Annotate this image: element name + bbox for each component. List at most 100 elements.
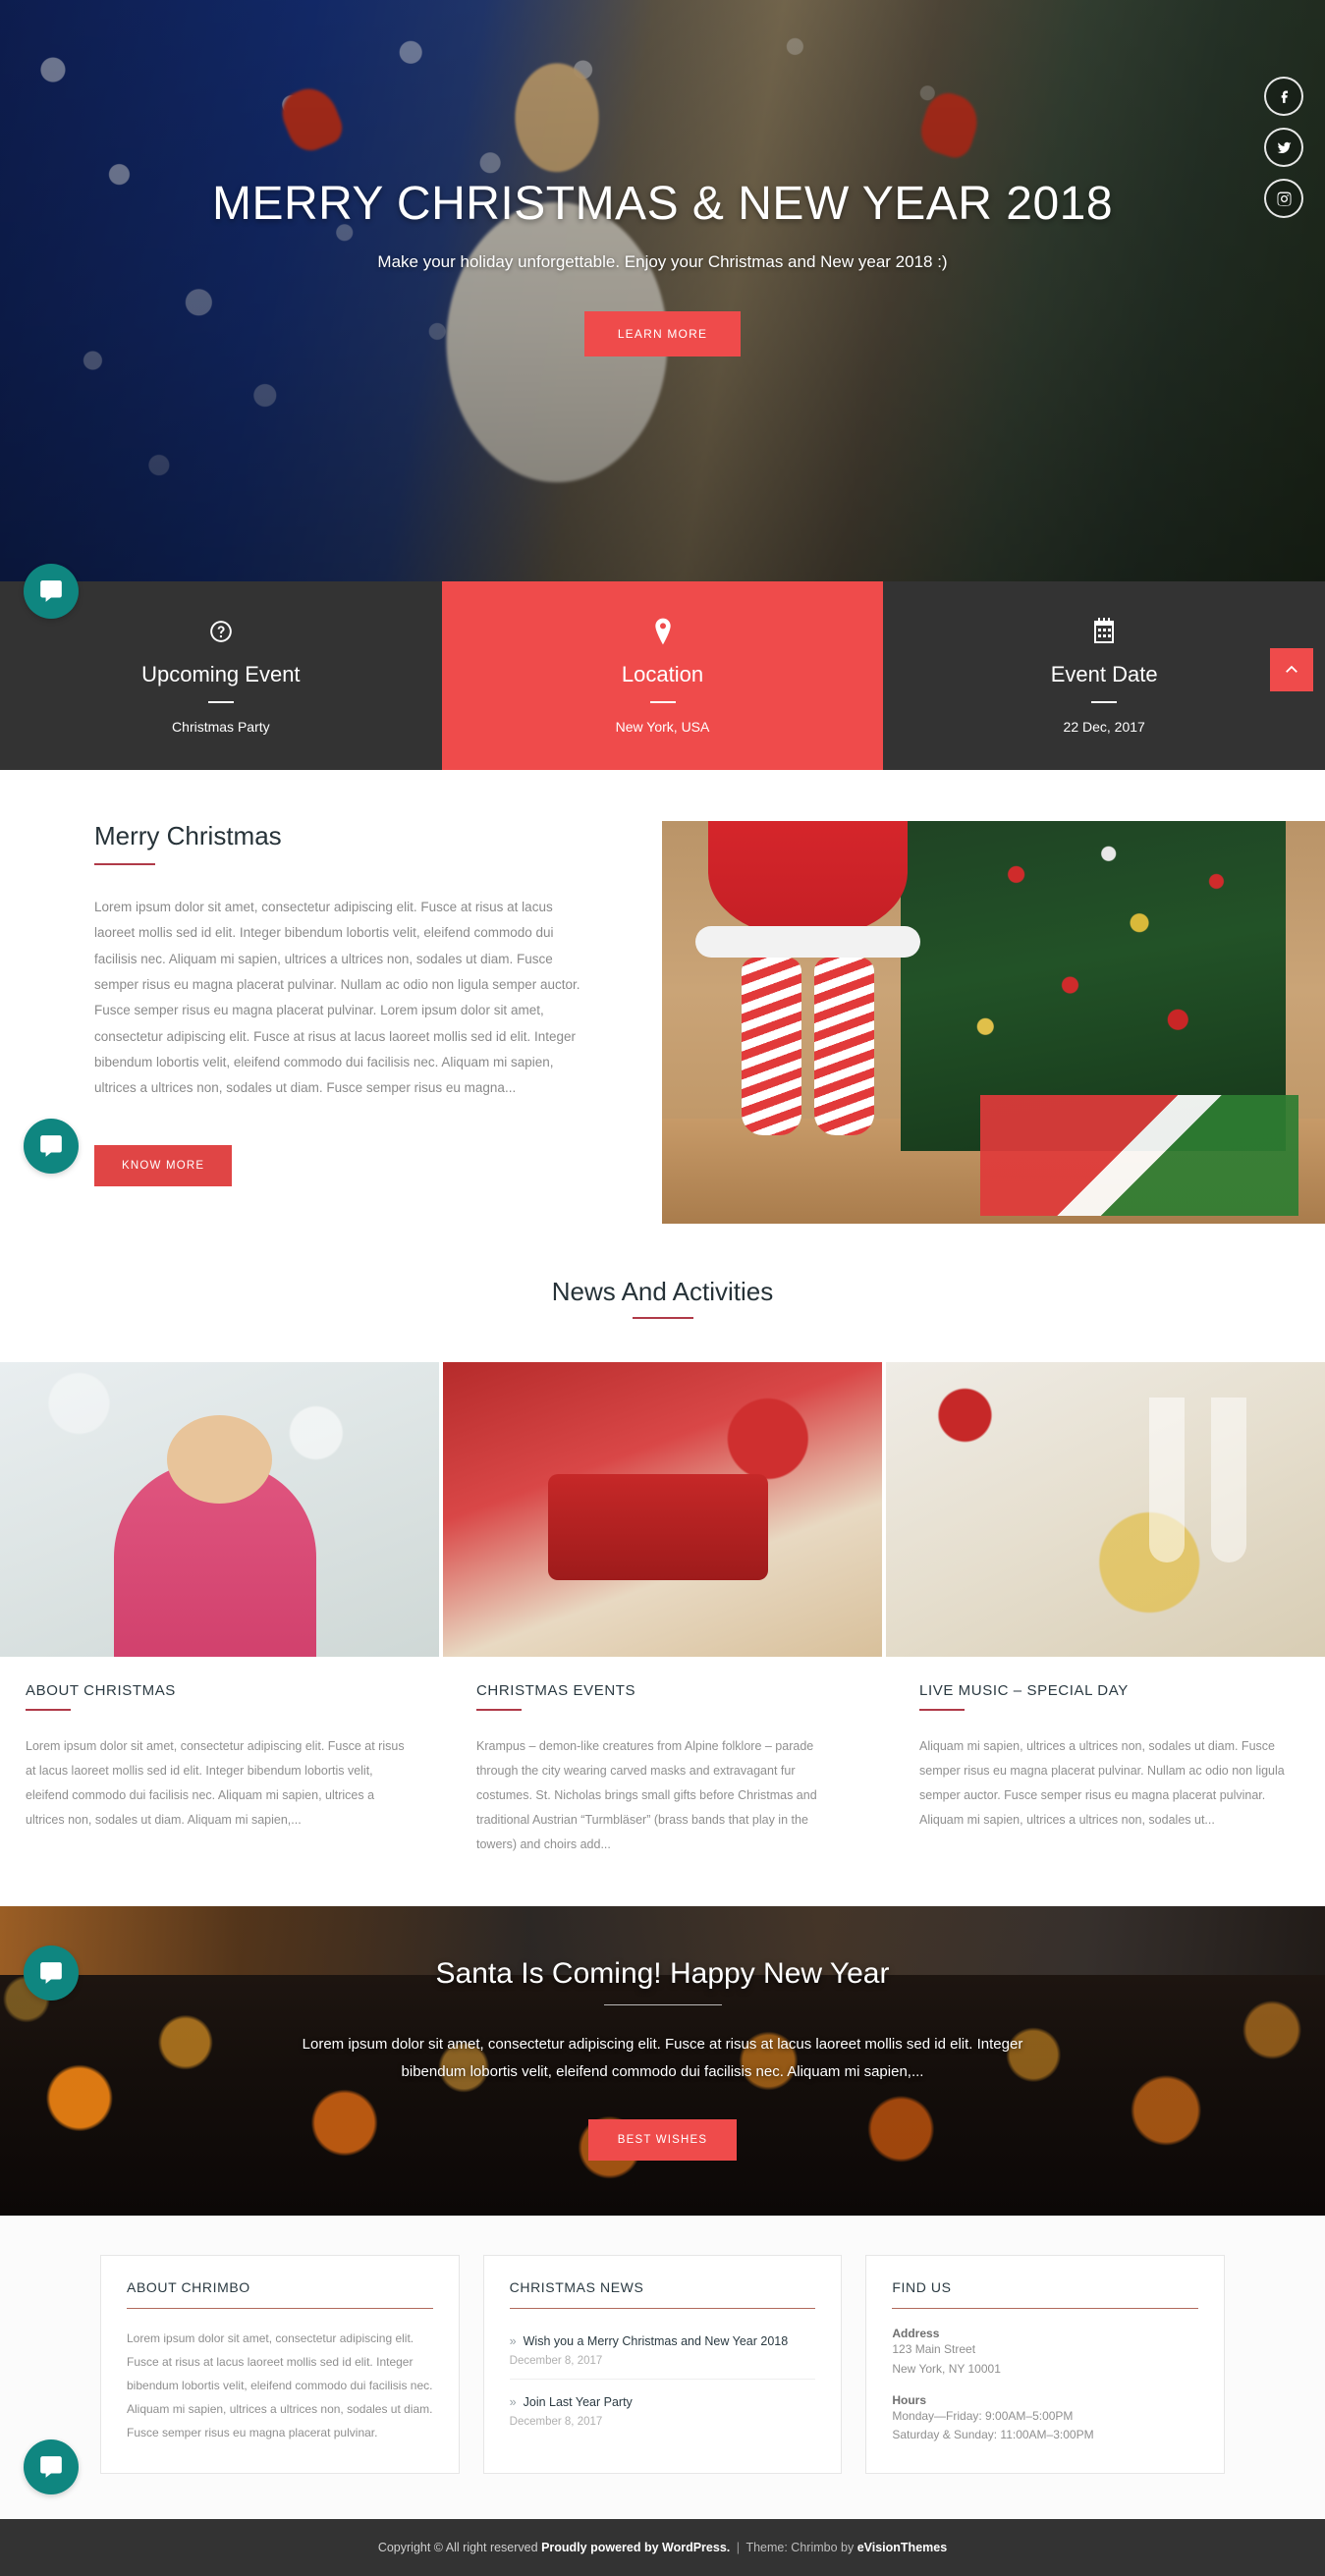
chat-widget-button-2[interactable] (24, 1119, 79, 1174)
news-link-label: Join Last Year Party (523, 2395, 633, 2409)
news-thumbnail-about-christmas (0, 1362, 439, 1657)
hours-line-2: Saturday & Sunday: 11:00AM–3:00PM (892, 2428, 1094, 2442)
hero-content: MERRY CHRISTMAS & NEW YEAR 2018 Make you… (0, 177, 1325, 356)
cta-underline (603, 2004, 722, 2005)
info-divider (649, 701, 676, 703)
news-card-body: ABOUT CHRISTMAS Lorem ipsum dolor sit am… (0, 1657, 439, 1872)
info-column-location[interactable]: Location New York, USA (441, 581, 884, 770)
know-more-button[interactable]: KNOW MORE (94, 1144, 233, 1186)
twitter-icon[interactable] (1264, 128, 1303, 167)
info-value: Christmas Party (172, 719, 270, 735)
info-value: 22 Dec, 2017 (1063, 719, 1145, 735)
copyright-separator: | (733, 2541, 744, 2555)
news-card[interactable]: ABOUT CHRISTMAS Lorem ipsum dolor sit am… (0, 1362, 439, 1896)
wordpress-link[interactable]: Proudly powered by WordPress. (541, 2541, 730, 2554)
news-section: News And Activities ABOUT CHRISTMAS Lore… (0, 1224, 1325, 2001)
info-title: Location (621, 662, 704, 686)
list-item[interactable]: » Wish you a Merry Christmas and New Year… (510, 2327, 816, 2379)
widget-about-text: Lorem ipsum dolor sit amet, consectetur … (127, 2331, 433, 2439)
santa-fur-decor (694, 925, 921, 959)
news-thumbnail-live-music (886, 1362, 1325, 1657)
cta-content: Santa Is Coming! Happy New Year Lorem ip… (0, 1906, 1325, 2161)
widget-about-chrimbo: ABOUT CHRIMBO Lorem ipsum dolor sit amet… (100, 2255, 460, 2475)
news-date: December 8, 2017 (509, 2416, 603, 2428)
learn-more-button[interactable]: LEARN MORE (583, 311, 742, 356)
cta-text: Lorem ipsum dolor sit amet, consectetur … (302, 2036, 1023, 2080)
news-heading: News And Activities (551, 1277, 774, 1306)
chat-widget-button-4[interactable] (24, 2439, 79, 2494)
news-thumbnail-christmas-events (443, 1362, 882, 1657)
hero-subtitle: Make your holiday unforgettable. Enjoy y… (377, 252, 948, 271)
news-card-body: LIVE MUSIC – SPECIAL DAY Aliquam mi sapi… (886, 1657, 1325, 1872)
theme-author-link[interactable]: eVisionThemes (857, 2541, 947, 2554)
news-card[interactable]: LIVE MUSIC – SPECIAL DAY Aliquam mi sapi… (886, 1362, 1325, 1896)
address-line-1: 123 Main Street (892, 2342, 976, 2356)
news-card-title: LIVE MUSIC – SPECIAL DAY (919, 1682, 1129, 1699)
news-link[interactable]: » Join Last Year Party (510, 2395, 816, 2409)
news-heading-underline (632, 1317, 693, 1319)
news-card-underline (26, 1709, 71, 1711)
chat-widget-button-3[interactable] (24, 1946, 79, 2001)
news-grid: ABOUT CHRISTMAS Lorem ipsum dolor sit am… (0, 1362, 1325, 1896)
hours-label: Hours (892, 2392, 927, 2407)
chat-widget-button-1[interactable] (24, 564, 79, 619)
chevron-double-right-icon: » (509, 2334, 517, 2348)
santa-skirt-decor (708, 821, 908, 938)
news-card-text: Krampus – demon-like creatures from Alpi… (476, 1739, 817, 1851)
striped-sock-right (814, 958, 874, 1135)
about-paragraph: Lorem ipsum dolor sit amet, consectetur … (94, 900, 580, 1096)
news-heading-block: News And Activities (0, 1224, 1325, 1319)
facebook-icon[interactable] (1264, 77, 1303, 116)
widget-underline (892, 2308, 1199, 2309)
news-card-underline (476, 1709, 522, 1711)
news-card-title: CHRISTMAS EVENTS (476, 1682, 636, 1699)
about-text-column: Merry Christmas Lorem ipsum dolor sit am… (0, 821, 648, 1224)
widget-christmas-news: CHRISTMAS NEWS » Wish you a Merry Christm… (482, 2255, 843, 2475)
info-divider (1091, 701, 1118, 703)
info-title: Upcoming Event (141, 662, 301, 686)
copyright-prefix: Copyright © All right reserved (377, 2541, 542, 2555)
event-info-bar: Upcoming Event Christmas Party Location … (0, 564, 1325, 770)
cta-banner: Santa Is Coming! Happy New Year Lorem ip… (0, 1906, 1325, 2216)
news-link-label: Wish you a Merry Christmas and New Year … (523, 2334, 789, 2348)
hero-banner: MERRY CHRISTMAS & NEW YEAR 2018 Make you… (0, 0, 1325, 581)
info-title: Event Date (1050, 662, 1158, 686)
footer-widgets: ABOUT CHRIMBO Lorem ipsum dolor sit amet… (0, 2255, 1325, 2475)
footer: ABOUT CHRIMBO Lorem ipsum dolor sit amet… (0, 2216, 1325, 2520)
news-card-title: ABOUT CHRISTMAS (26, 1682, 176, 1699)
news-date: December 8, 2017 (509, 2355, 603, 2367)
about-title: Merry Christmas (94, 821, 282, 850)
hours-line-1: Monday—Friday: 9:00AM–5:00PM (892, 2408, 1074, 2423)
widget-title: FIND US (892, 2279, 952, 2295)
map-pin-icon (653, 617, 673, 646)
scroll-to-top-button[interactable] (1270, 648, 1313, 691)
widget-underline (127, 2308, 433, 2309)
news-card[interactable]: CHRISTMAS EVENTS Krampus – demon-like cr… (443, 1362, 882, 1896)
news-card-body: CHRISTMAS EVENTS Krampus – demon-like cr… (443, 1657, 882, 1896)
widget-title: ABOUT CHRIMBO (127, 2279, 250, 2295)
news-card-text: Lorem ipsum dolor sit amet, consectetur … (26, 1739, 405, 1827)
widget-underline (509, 2308, 816, 2309)
widget-find-us: FIND US Address 123 Main Street New York… (865, 2255, 1226, 2475)
address-line-2: New York, NY 10001 (892, 2361, 1001, 2376)
instagram-icon[interactable] (1264, 179, 1303, 218)
chevron-double-right-icon: » (509, 2395, 517, 2409)
gift-boxes-decor (980, 1094, 1298, 1216)
news-link[interactable]: » Wish you a Merry Christmas and New Year… (510, 2334, 816, 2348)
about-section: Merry Christmas Lorem ipsum dolor sit am… (0, 770, 1325, 1224)
calendar-icon (1092, 617, 1116, 646)
info-column-event-date[interactable]: Event Date 22 Dec, 2017 (883, 581, 1325, 770)
address-label: Address (892, 2327, 940, 2340)
news-card-text: Aliquam mi sapien, ultrices a ultrices n… (919, 1739, 1285, 1827)
list-item[interactable]: » Join Last Year Party December 8, 2017 (509, 2379, 816, 2439)
striped-sock-left (742, 958, 801, 1135)
cta-title: Santa Is Coming! Happy New Year (435, 1957, 890, 1990)
title-underline (94, 863, 155, 865)
hero-title: MERRY CHRISTMAS & NEW YEAR 2018 (211, 178, 1114, 230)
copyright-bar: Copyright © All right reserved Proudly p… (0, 2519, 1325, 2576)
theme-prefix: Theme: Chrimbo by (745, 2541, 857, 2555)
info-divider (207, 701, 234, 703)
best-wishes-button[interactable]: BEST WISHES (587, 2118, 738, 2161)
about-image (662, 821, 1325, 1224)
